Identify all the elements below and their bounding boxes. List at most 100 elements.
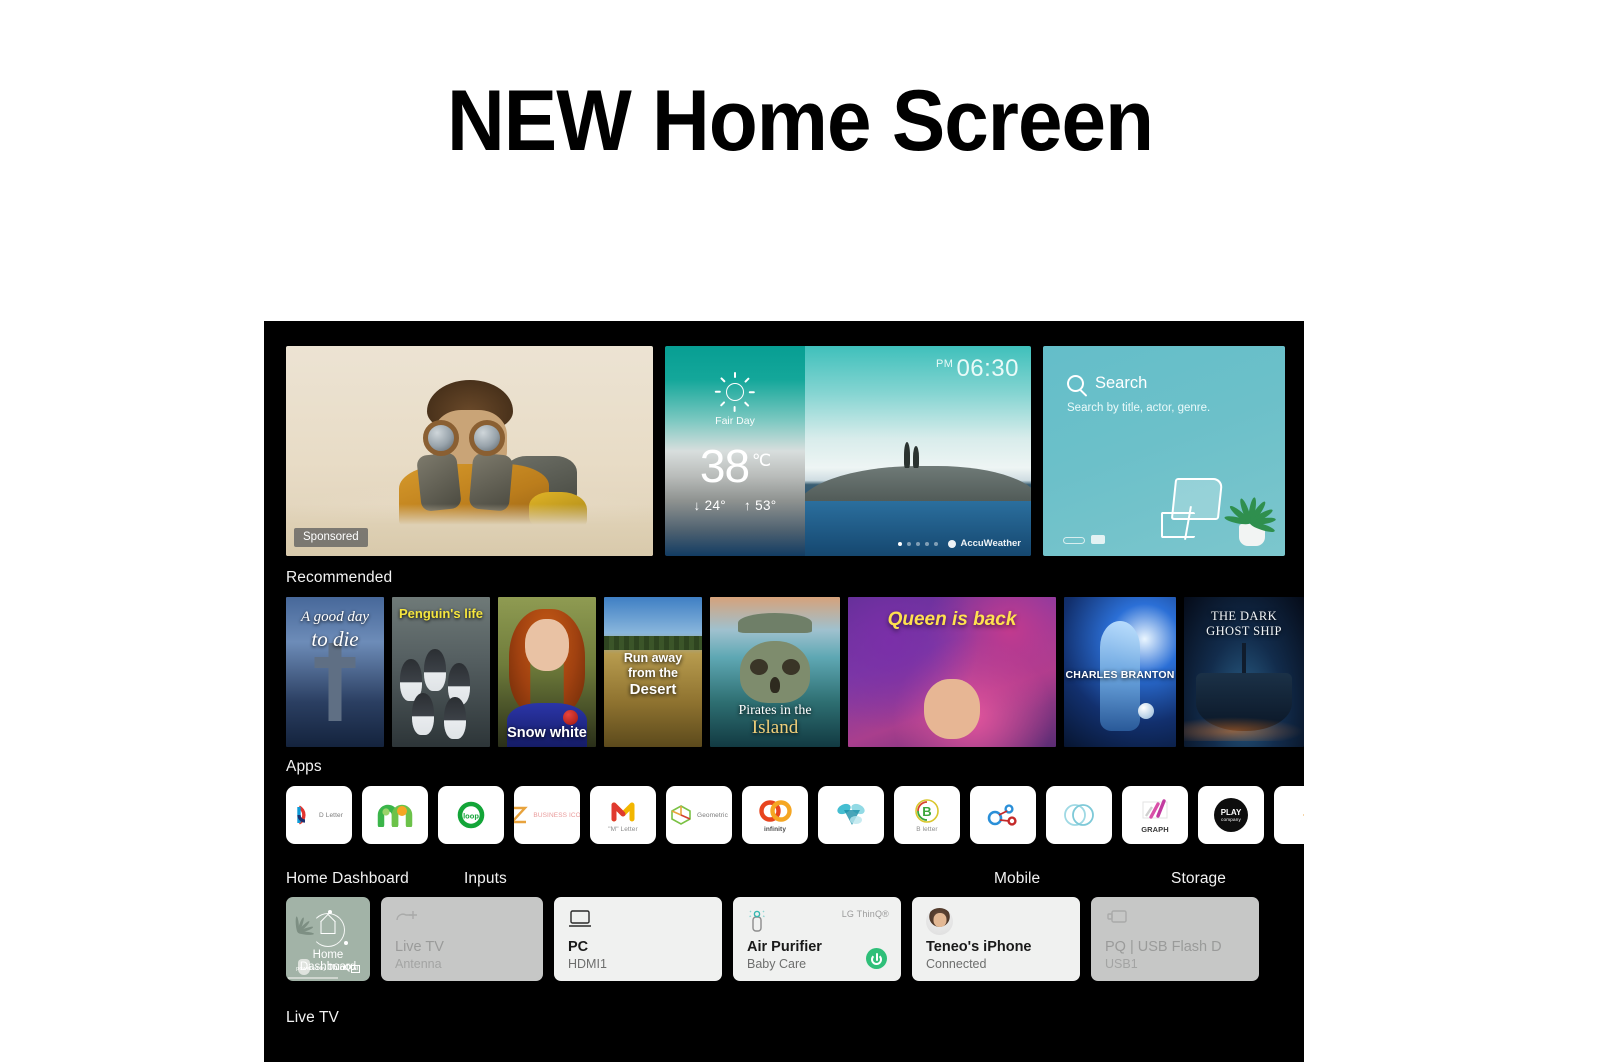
avatar — [926, 908, 953, 935]
dock-label-home-dashboard: Home Dashboard — [286, 870, 409, 887]
app-tile-molecule[interactable] — [970, 786, 1036, 844]
graph-bars-icon — [1139, 797, 1171, 823]
app-tile-loop[interactable]: loop — [438, 786, 504, 844]
twin-circles-icon — [1062, 802, 1096, 828]
dock-cards: Home Dashboard powered by ThinQ AI Live T — [286, 897, 1304, 981]
mobile-name: Teneo's iPhone — [926, 939, 1032, 955]
search-props — [1063, 535, 1105, 544]
page-title: NEW Home Screen — [446, 73, 1154, 169]
recommended-title-group: THE DARK GHOST SHIP — [1184, 609, 1304, 639]
apps-strip: D Letter loop BUSINESS ICO "M" Letter Ge… — [286, 786, 1304, 844]
powered-by-label: powered by — [296, 966, 327, 972]
air-purifier-icon — [747, 909, 767, 938]
input-card-pc[interactable]: PC HDMI1 — [554, 897, 722, 981]
temperature-value: 38 — [699, 440, 750, 492]
recommended-item[interactable]: THE DARK GHOST SHIP — [1184, 597, 1304, 747]
app-tile-b-letter[interactable]: B B letter — [894, 786, 960, 844]
mobile-card-iphone[interactable]: Teneo's iPhone Connected — [912, 897, 1080, 981]
app-label: D Letter — [319, 811, 343, 819]
plant-illustration — [1223, 466, 1277, 546]
app-tile-graph[interactable]: GRAPH — [1122, 786, 1188, 844]
weather-temperature: 38 ℃ — [665, 443, 805, 489]
app-tile-play-company[interactable]: PLAY company — [1198, 786, 1264, 844]
app-tile-business[interactable]: BUSINESS ICON — [514, 786, 580, 844]
z-business-icon — [514, 802, 529, 828]
monitor-icon — [568, 909, 592, 933]
thinq-attribution: powered by ThinQ AI — [286, 963, 370, 973]
recommended-title-line2: GHOST SHIP — [1206, 624, 1282, 638]
recommended-item[interactable]: Snow white — [498, 597, 596, 747]
recommended-title-line3: Desert — [629, 680, 677, 698]
input-card-live-tv[interactable]: Live TV Antenna — [381, 897, 543, 981]
geometric-cube-icon — [670, 802, 692, 828]
clock-meridiem: PM — [935, 358, 954, 370]
mobile-status: Connected — [926, 957, 987, 971]
b-letter-icon: B — [914, 798, 940, 824]
recommended-item[interactable]: Run away from the Desert — [604, 597, 702, 747]
app-tile-geometric[interactable]: Geometric — [666, 786, 732, 844]
recommended-item[interactable]: Queen is back — [848, 597, 1056, 747]
recommended-strip: A good day to die Penguin's life Snow wh… — [286, 597, 1304, 747]
storage-name: PQ | USB Flash D — [1105, 939, 1222, 955]
accuweather-logo-icon — [948, 539, 957, 548]
recommended-item[interactable]: Penguin's life — [392, 597, 490, 747]
play-company-icon: PLAY company — [1214, 798, 1248, 832]
d-letter-icon — [295, 802, 314, 828]
app-tile-d-letter[interactable]: D Letter — [286, 786, 352, 844]
device-card-air-purifier[interactable]: LG ThinQ® Air Purifier Baby Care — [733, 897, 901, 981]
recommended-title-line1: Run away — [623, 651, 683, 665]
weather-scenery-pane: PM 06:30 AccuWeather — [805, 346, 1031, 556]
home-dashboard-tile[interactable]: Home Dashboard powered by ThinQ AI — [286, 897, 370, 981]
app-label: Geometric — [697, 811, 728, 819]
chair-illustration — [1157, 476, 1231, 542]
recommended-title-line1: A good day — [300, 609, 370, 625]
clock-time: 06:30 — [956, 355, 1019, 382]
app-tile-twin-circles[interactable] — [1046, 786, 1112, 844]
sponsored-ad-card[interactable]: Sponsored — [286, 346, 653, 556]
dock-label-mobile: Mobile — [994, 870, 1041, 887]
app-tile-leaf-cluster[interactable] — [818, 786, 884, 844]
search-icon — [1067, 375, 1084, 392]
temperature-unit: ℃ — [752, 451, 771, 470]
app-tile-infinity[interactable]: infinity — [742, 786, 808, 844]
input-name: PC — [568, 939, 589, 955]
recommended-title-line2: to die — [311, 627, 359, 651]
recommended-title-line2: from the — [628, 665, 678, 680]
sponsored-badge: Sponsored — [294, 528, 368, 547]
palm-decoration — [288, 916, 315, 949]
input-name: Live TV — [395, 939, 444, 955]
power-toggle-button[interactable] — [866, 948, 887, 969]
search-card[interactable]: Search Search by title, actor, genre. — [1043, 346, 1285, 556]
hero-row: Sponsored Fair Day 38 ℃ ↓ 24° ↑ 53° PM 0… — [286, 346, 1285, 556]
recommended-title-line1: Penguin's life — [399, 606, 483, 621]
recommended-item[interactable]: A good day to die — [286, 597, 384, 747]
device-subtitle: Baby Care — [747, 957, 807, 971]
app-label: PLAY — [1220, 807, 1242, 817]
dock-section: Home Dashboard Inputs Mobile Storage Hom… — [286, 870, 1304, 981]
app-label: BUSINESS ICON — [533, 811, 580, 819]
app-tile-m-arch[interactable] — [362, 786, 428, 844]
m-letter-icon — [610, 798, 636, 824]
thinq-brand: ThinQ — [327, 963, 351, 972]
weather-widget-card[interactable]: Fair Day 38 ℃ ↓ 24° ↑ 53° PM 06:30 AccuW… — [665, 346, 1031, 556]
app-label: GRAPH — [1141, 824, 1169, 834]
recommended-item[interactable]: Pirates in the Island — [710, 597, 840, 747]
storage-card-usb[interactable]: PQ | USB Flash D USB1 — [1091, 897, 1259, 981]
carousel-dots[interactable] — [898, 542, 938, 546]
app-tile-next-partial[interactable] — [1274, 786, 1304, 844]
recommended-item[interactable]: CHARLES BRANTON — [1064, 597, 1176, 747]
input-subtitle: HDMI1 — [568, 957, 607, 971]
app-label: B letter — [916, 825, 938, 833]
recommended-label: Recommended — [286, 569, 393, 586]
input-subtitle: Antenna — [395, 957, 442, 971]
app-tile-m-letter[interactable]: "M" Letter — [590, 786, 656, 844]
recommended-section: Recommended A good day to die Penguin's … — [286, 569, 1304, 747]
weather-high: ↑ 53° — [744, 498, 777, 513]
accuweather-label: AccuWeather — [960, 538, 1021, 549]
recommended-title-line1: Queen is back — [887, 609, 1017, 630]
recommended-title-line2: Island — [751, 717, 799, 738]
app-sublabel: company — [1220, 816, 1242, 822]
apps-label: Apps — [286, 758, 322, 775]
weather-low: ↓ 24° — [693, 498, 726, 513]
svg-text:loop: loop — [463, 812, 479, 821]
